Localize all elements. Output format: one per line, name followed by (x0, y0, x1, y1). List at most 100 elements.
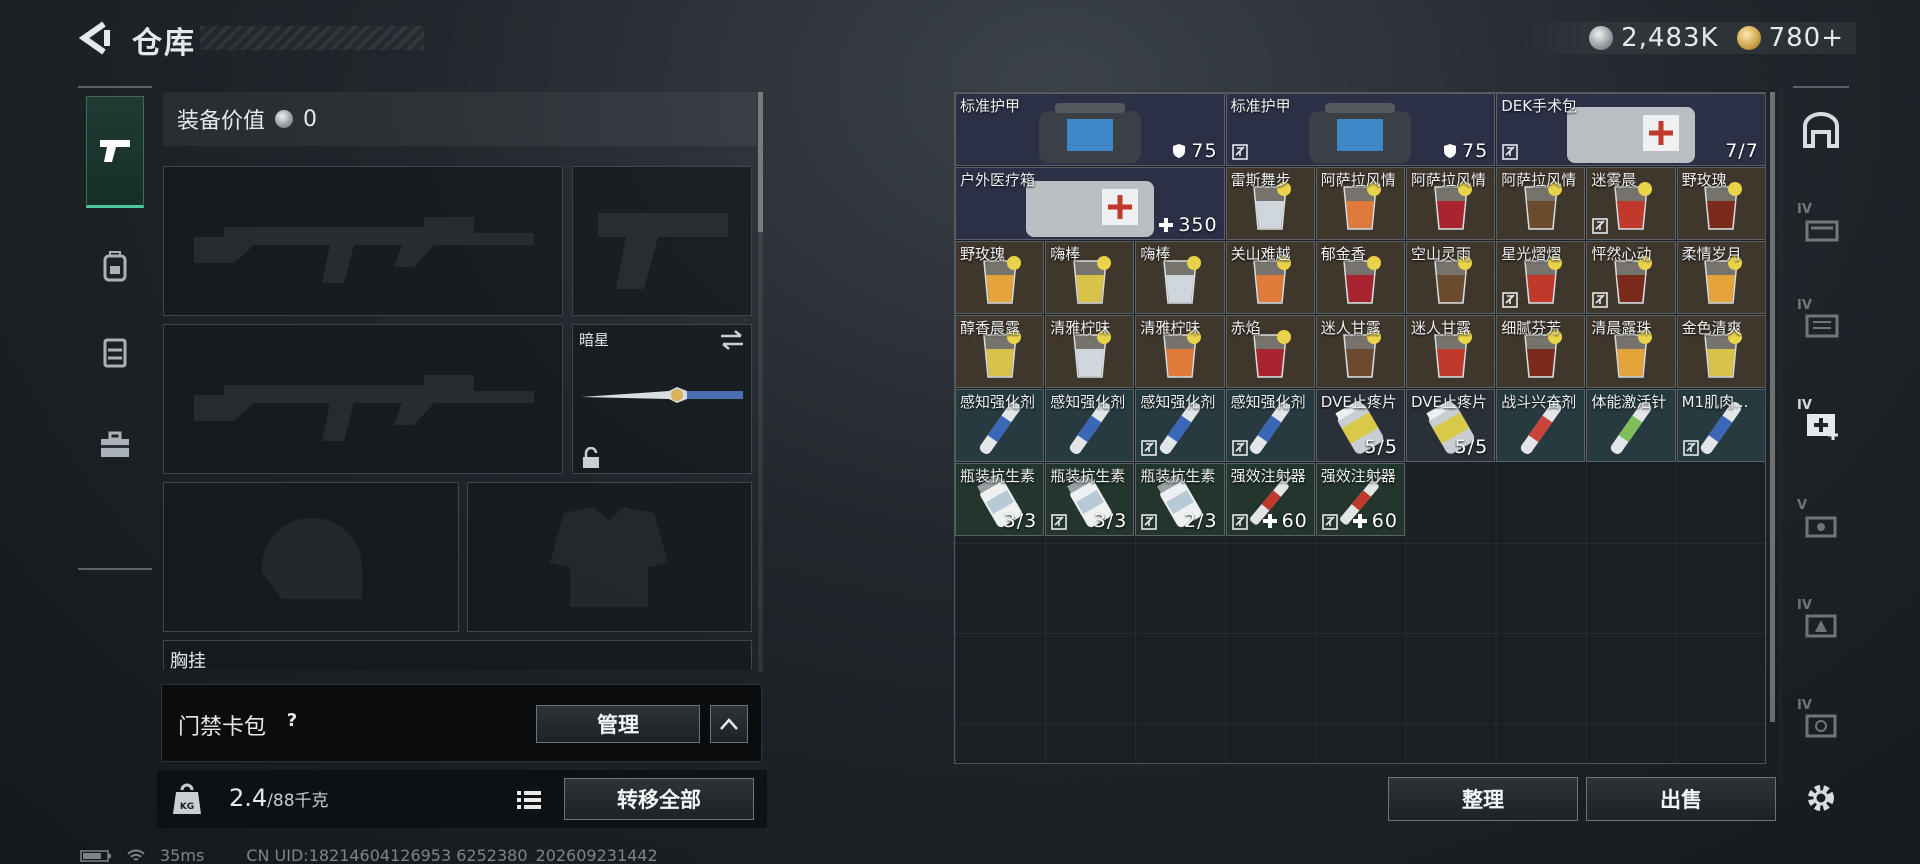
item-count-value: 75 (1191, 140, 1218, 162)
inventory-item[interactable]: 清雅柠味 (1045, 315, 1135, 388)
inventory-item[interactable]: DVE止疼片 5/5 (1315, 389, 1405, 462)
tab-rig[interactable] (86, 324, 144, 382)
help-icon[interactable]: ? (280, 709, 304, 733)
back-button[interactable] (78, 20, 112, 56)
inventory-item[interactable]: 标准护甲 75 (1225, 93, 1496, 166)
inventory-item[interactable]: 清晨露珠 (1586, 315, 1676, 388)
helmet-slot[interactable] (163, 482, 459, 632)
item-count: 75 (1172, 140, 1217, 162)
inventory-item[interactable]: 阿萨拉风情 (1496, 167, 1586, 240)
item-name: 感知强化剂 (1230, 393, 1306, 411)
section-tab[interactable]: IV (1791, 692, 1851, 752)
no-trade-icon (1592, 292, 1609, 308)
melee-slot[interactable]: 暗星 (572, 324, 752, 474)
inventory-item[interactable]: 星光熠熠 (1496, 241, 1586, 314)
swap-icon[interactable] (719, 329, 745, 351)
item-count: 350 (1159, 214, 1217, 236)
inventory-item[interactable]: 关山难越 (1225, 241, 1315, 314)
item-name: 嗨棒 (1050, 245, 1081, 263)
inventory-item[interactable]: 感知强化剂 (1045, 389, 1135, 462)
section-tab[interactable]: V (1791, 492, 1851, 552)
inventory-item[interactable]: 嗨棒 (1045, 241, 1135, 314)
inventory-item[interactable]: 户外医疗箱 350 (955, 167, 1225, 240)
inventory-item[interactable]: 柔情岁月 (1676, 241, 1765, 314)
tab-backpack[interactable] (86, 238, 144, 296)
tab-weapons[interactable] (86, 96, 144, 208)
inventory-item[interactable]: 野玫瑰 (955, 241, 1045, 314)
inventory-item[interactable]: DVE止疼片 5/5 (1406, 389, 1496, 462)
item-count: 60 (1262, 510, 1308, 532)
item-count-value: 3/3 (1003, 510, 1038, 532)
inventory-item[interactable]: 迷人甘露 (1315, 315, 1405, 388)
silver-currency[interactable]: 2,483K (1589, 23, 1718, 53)
inventory-item[interactable]: 醇香晨露 (955, 315, 1045, 388)
item-image (1561, 97, 1701, 165)
section-tab[interactable]: IV (1791, 592, 1851, 652)
inventory-item[interactable]: 清雅柠味 (1135, 315, 1225, 388)
section-tab[interactable]: IV (1791, 196, 1851, 256)
inventory-item[interactable]: DEK手术包 7/7 (1496, 93, 1765, 166)
silver-amount: 2,483K (1621, 23, 1719, 53)
inventory-item[interactable]: 战斗兴奋剂 (1496, 389, 1586, 462)
chest-rig-slot[interactable]: 胸挂 (163, 640, 752, 672)
section-tab[interactable]: IV (1791, 392, 1851, 452)
inventory-item[interactable]: 感知强化剂 (1135, 389, 1225, 462)
settings-button[interactable] (1791, 768, 1851, 828)
inventory-item[interactable]: M1肌肉... (1676, 389, 1765, 462)
inventory-item[interactable]: 瓶装抗生素 2/3 (1135, 463, 1225, 536)
inventory-item[interactable]: 阿萨拉风情 (1315, 167, 1405, 240)
inventory-item[interactable]: 感知强化剂 (1225, 389, 1315, 462)
item-count-value: 3/3 (1093, 510, 1128, 532)
status-bar: 35ms CN UID:18214604126953 6252380_20260… (80, 846, 658, 864)
inventory-item[interactable]: 强效注射器 60 (1315, 463, 1405, 536)
manage-button[interactable]: 管理 (536, 705, 700, 743)
inventory-item[interactable]: 赤焰 (1225, 315, 1315, 388)
item-name: 星光熠熠 (1501, 245, 1562, 263)
primary-weapon-slot[interactable] (163, 166, 563, 316)
item-name: 细腻芬芳 (1501, 319, 1562, 337)
expand-button[interactable] (710, 705, 748, 743)
inventory-item[interactable]: 瓶装抗生素 3/3 (955, 463, 1045, 536)
inventory-item[interactable]: 瓶装抗生素 3/3 (1045, 463, 1135, 536)
inventory-item[interactable]: 嗨棒 (1135, 241, 1225, 314)
organize-button[interactable]: 整理 (1388, 777, 1578, 821)
gold-currency[interactable]: 780+ (1736, 23, 1844, 53)
inventory-item[interactable]: 标准护甲 75 (955, 93, 1225, 166)
item-grid: 标准护甲 75 标准护甲 75 DEK手术包 7/7 户外医疗箱 350 雷斯舞步 阿萨拉风情 阿萨… (954, 92, 1766, 764)
list-view-button[interactable] (511, 782, 547, 818)
inventory-item[interactable]: 金色清爽 (1676, 315, 1765, 388)
item-name: DVE止疼片 (1320, 393, 1397, 411)
weight-readout: 2.4/88千克 (229, 784, 329, 812)
inventory-item[interactable]: 迷雾晨 (1586, 167, 1676, 240)
backpack-icon (103, 251, 127, 282)
inventory-item[interactable]: 雷斯舞步 (1225, 167, 1315, 240)
inventory-item[interactable]: 怦然心动 (1586, 241, 1676, 314)
primary-weapon-slot-2[interactable] (163, 324, 563, 474)
inventory-item[interactable]: 感知强化剂 (955, 389, 1045, 462)
item-count: 5/5 (1364, 436, 1398, 458)
item-name: 感知强化剂 (960, 393, 1036, 411)
secondary-weapon-slot[interactable] (572, 166, 752, 316)
tier-label: IV (1797, 698, 1812, 713)
item-name: 感知强化剂 (1050, 393, 1126, 411)
inventory-item[interactable]: 细腻芬芳 (1496, 315, 1586, 388)
section-tab[interactable] (1791, 100, 1851, 160)
inventory-item[interactable]: 郁金香 (1315, 241, 1405, 314)
equipment-scrollbar[interactable] (758, 92, 763, 672)
sell-button[interactable]: 出售 (1586, 777, 1776, 821)
inventory-item[interactable]: 阿萨拉风情 (1406, 167, 1496, 240)
tab-toolbox[interactable] (86, 416, 144, 474)
item-name: 迷雾晨 (1591, 171, 1637, 189)
inventory-item[interactable]: 体能激活针 (1586, 389, 1676, 462)
transfer-all-button[interactable]: 转移全部 (564, 778, 754, 820)
section-tab[interactable]: IV (1791, 292, 1851, 352)
armor-vest-icon (1309, 102, 1412, 163)
no-trade-icon (1502, 144, 1518, 160)
tier-label: IV (1797, 398, 1812, 413)
inventory-item[interactable]: 迷人甘露 (1406, 315, 1496, 388)
inventory-item[interactable]: 强效注射器 60 (1225, 463, 1315, 536)
armor-slot[interactable] (467, 482, 752, 632)
warehouse-scrollbar[interactable] (1770, 92, 1775, 722)
inventory-item[interactable]: 空山灵雨 (1406, 241, 1496, 314)
inventory-item[interactable]: 野玫瑰 (1676, 167, 1765, 240)
